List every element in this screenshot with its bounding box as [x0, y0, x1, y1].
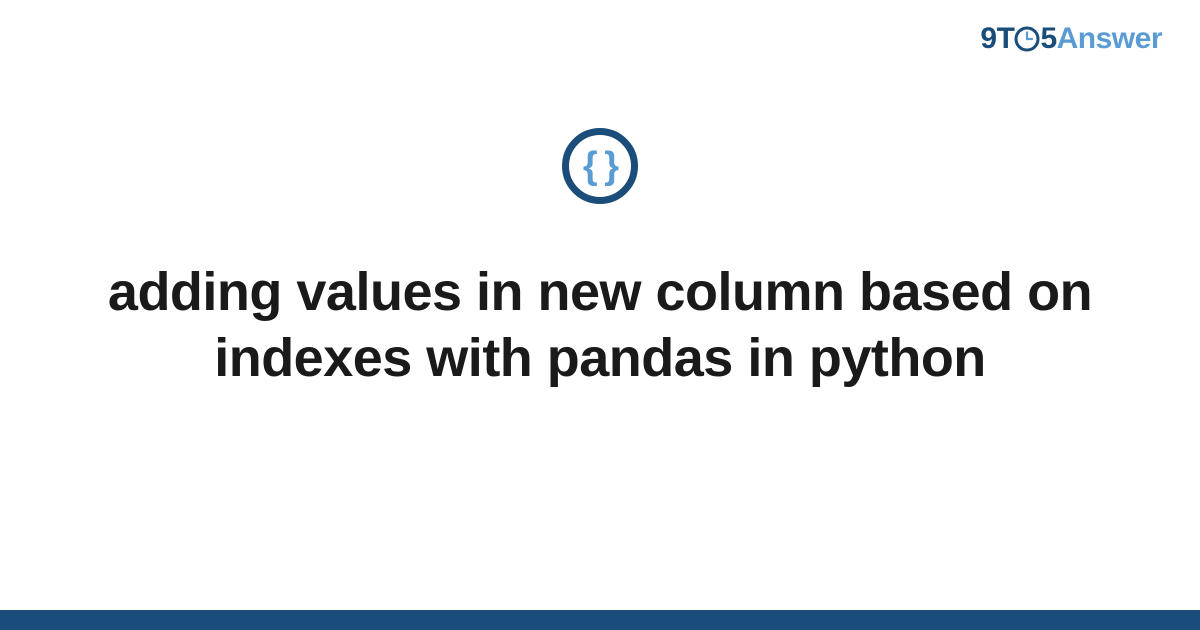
logo-text-9t: 9T	[980, 22, 1014, 55]
logo-text-5: 5	[1040, 22, 1056, 55]
footer-bar	[0, 610, 1200, 630]
site-logo: 9T 5Answer	[980, 22, 1162, 56]
code-braces-icon: { }	[562, 128, 638, 204]
braces-glyph: { }	[583, 147, 617, 185]
logo-text-answer: Answer	[1057, 22, 1162, 55]
category-icon: { }	[562, 128, 638, 204]
page-title: adding values in new column based on ind…	[60, 260, 1140, 392]
clock-icon	[1014, 26, 1040, 52]
